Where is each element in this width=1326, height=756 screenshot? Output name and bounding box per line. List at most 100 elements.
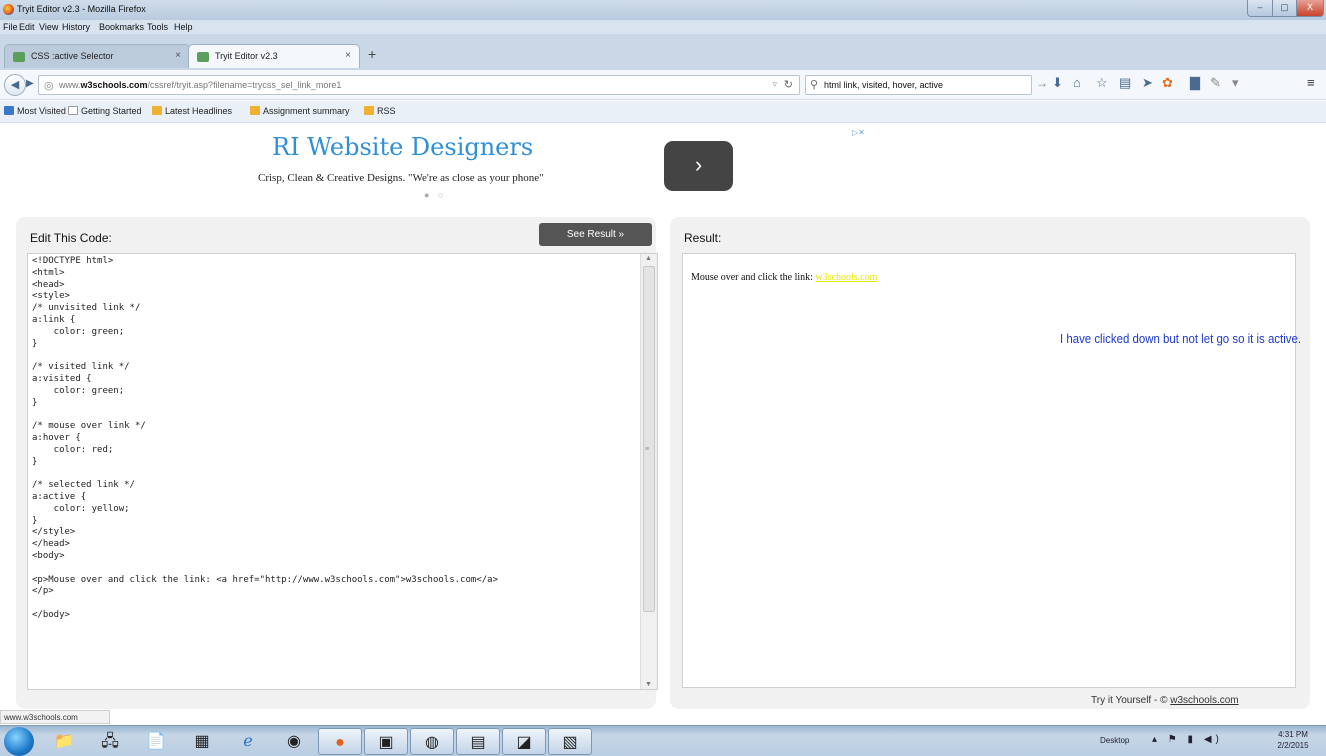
taskbar: 📁 🖧 📄 ▦ ℯ ◉ ● ▣ ◍ ▤ ◪ ▧ Desktop ▴ ⚑ ▮ ◀)… xyxy=(0,725,1326,756)
firefox-icon[interactable]: ● xyxy=(318,728,362,755)
code-line[interactable]: </body> xyxy=(32,610,637,622)
menu-bookmarks[interactable]: Bookmarks xyxy=(99,22,144,32)
w3schools-link[interactable]: w3schools.com xyxy=(815,272,877,283)
code-line[interactable]: <head> xyxy=(32,280,637,292)
code-line[interactable] xyxy=(32,563,637,575)
bookmarks-menu-icon[interactable]: ▤ xyxy=(1119,75,1131,91)
tab-close-icon[interactable]: × xyxy=(175,50,181,61)
menu-file[interactable]: File xyxy=(3,22,18,32)
send-icon[interactable]: ➤ xyxy=(1142,75,1153,91)
code-line[interactable]: </head> xyxy=(32,539,637,551)
tray-icons[interactable]: ▴ ⚑ ▮ ◀) xyxy=(1152,734,1223,745)
code-line[interactable]: } xyxy=(32,398,637,410)
code-line[interactable]: </p> xyxy=(32,586,637,598)
code-line[interactable]: <body> xyxy=(32,551,637,563)
code-line[interactable] xyxy=(32,409,637,421)
bookmark-assignment-summary[interactable]: Assignment summary xyxy=(250,106,350,116)
search-go-icon[interactable]: → xyxy=(1036,76,1048,90)
download-icon[interactable]: ⬇ xyxy=(1052,75,1063,91)
code-line[interactable]: color: red; xyxy=(32,445,637,457)
maximize-button[interactable]: ▢ xyxy=(1272,0,1297,17)
windows-explorer-icon[interactable]: 📁 xyxy=(42,728,86,755)
ad-next-button[interactable]: › xyxy=(664,141,733,191)
code-line[interactable]: color: yellow; xyxy=(32,504,637,516)
tab-strip: CSS :active Selector × Tryit Editor v2.3… xyxy=(0,34,1326,70)
addon-badge-icon[interactable]: ✿ xyxy=(1162,75,1173,91)
code-line[interactable]: color: green; xyxy=(32,386,637,398)
start-button[interactable] xyxy=(4,727,34,756)
certificate-icon[interactable]: ▧ xyxy=(548,728,592,755)
code-line[interactable]: </style> xyxy=(32,527,637,539)
tab-tryit-editor[interactable]: Tryit Editor v2.3 × xyxy=(188,44,360,68)
menu-help[interactable]: Help xyxy=(174,22,193,32)
scroll-down-icon[interactable]: ▼ xyxy=(645,681,652,688)
code-line[interactable]: } xyxy=(32,339,637,351)
menu-history[interactable]: History xyxy=(62,22,90,32)
code-line[interactable]: a:hover { xyxy=(32,433,637,445)
search-input[interactable]: ⚲ html link, visited, hover, active xyxy=(805,75,1032,95)
code-line[interactable]: a:link { xyxy=(32,315,637,327)
menu-view[interactable]: View xyxy=(39,22,58,32)
code-line[interactable]: /* mouse over link */ xyxy=(32,421,637,433)
ad-title[interactable]: RI Website Designers xyxy=(272,133,533,161)
code-line[interactable]: color: green; xyxy=(32,327,637,339)
tab-close-icon[interactable]: × xyxy=(345,50,351,61)
tab-css-active-selector[interactable]: CSS :active Selector × xyxy=(4,44,190,68)
code-line[interactable]: } xyxy=(32,516,637,528)
new-tab-button[interactable]: + xyxy=(368,46,376,62)
bookmark-latest-headlines[interactable]: Latest Headlines xyxy=(152,106,232,116)
bookmark-getting-started[interactable]: Getting Started xyxy=(68,106,142,116)
url-bar[interactable]: ◎ www.w3schools.com/cssref/tryit.asp?fil… xyxy=(38,75,800,95)
code-text[interactable]: <!DOCTYPE html> <html> <head> <style>/* unv… xyxy=(32,256,637,622)
ad-pager-dots[interactable]: ● ○ xyxy=(424,190,446,200)
code-line[interactable]: <style> xyxy=(32,291,637,303)
code-line[interactable]: /* visited link */ xyxy=(32,362,637,374)
scrollbar-thumb[interactable] xyxy=(643,266,655,612)
chrome-icon[interactable]: ◉ xyxy=(272,728,316,755)
code-line[interactable]: <!DOCTYPE html> xyxy=(32,256,637,268)
bookmark-rss[interactable]: RSS xyxy=(364,106,396,116)
footer-w3schools-link[interactable]: w3schools.com xyxy=(1170,695,1238,706)
url-text[interactable]: www.w3schools.com/cssref/tryit.asp?filen… xyxy=(59,80,341,90)
code-line[interactable]: /* unvisited link */ xyxy=(32,303,637,315)
menu-tools[interactable]: Tools xyxy=(147,22,168,32)
code-line[interactable]: <html> xyxy=(32,268,637,280)
document-icon[interactable]: 📄 xyxy=(134,728,178,755)
word-icon[interactable]: ▤ xyxy=(456,728,500,755)
calculator-icon[interactable]: ▦ xyxy=(180,728,224,755)
code-line[interactable]: a:visited { xyxy=(32,374,637,386)
back-button[interactable]: ◀ xyxy=(4,74,26,96)
code-line[interactable] xyxy=(32,468,637,480)
menu-edit[interactable]: Edit xyxy=(19,22,35,32)
code-line[interactable] xyxy=(32,598,637,610)
app-icon[interactable]: ◍ xyxy=(410,728,454,755)
editor-scrollbar[interactable]: ▲ ≡ ▼ xyxy=(640,254,657,689)
chevron-down-icon[interactable]: ▾ xyxy=(1232,75,1239,91)
code-line[interactable]: <p>Mouse over and click the link: <a hre… xyxy=(32,575,637,587)
code-line[interactable]: /* selected link */ xyxy=(32,480,637,492)
see-result-button[interactable]: See Result » xyxy=(539,223,652,246)
extension-icon[interactable]: ✎ xyxy=(1210,75,1221,91)
hamburger-menu-icon[interactable]: ≡ xyxy=(1307,75,1315,90)
tray-clock[interactable]: 4:31 PM 2/2/2015 xyxy=(1262,729,1324,751)
bookmark-most-visited[interactable]: Most Visited xyxy=(4,106,66,116)
folder-icon[interactable]: ▇ xyxy=(1190,75,1200,91)
code-line[interactable] xyxy=(32,350,637,362)
reload-icon[interactable]: ↻ xyxy=(784,78,793,91)
minimize-button[interactable]: – xyxy=(1247,0,1273,17)
notepad-icon[interactable]: ◪ xyxy=(502,728,546,755)
close-button[interactable]: X xyxy=(1296,0,1324,17)
photo-icon[interactable]: ▣ xyxy=(364,728,408,755)
code-line[interactable]: a:active { xyxy=(32,492,637,504)
ad-choices-icon[interactable]: ▷✕ xyxy=(852,128,865,137)
code-editor[interactable]: <!DOCTYPE html> <html> <head> <style>/* unv… xyxy=(27,253,658,690)
url-dropdown-icon[interactable]: ▿ xyxy=(772,79,777,90)
tray-desktop-label[interactable]: Desktop xyxy=(1100,736,1129,745)
code-line[interactable]: } xyxy=(32,457,637,469)
scroll-up-icon[interactable]: ▲ xyxy=(645,255,652,262)
home-icon[interactable]: ⌂ xyxy=(1073,75,1081,90)
internet-explorer-icon[interactable]: ℯ xyxy=(226,728,270,755)
forward-button[interactable]: ▶ xyxy=(26,78,34,89)
bookmark-star-icon[interactable]: ☆ xyxy=(1096,75,1108,91)
network-icon[interactable]: 🖧 xyxy=(88,728,132,755)
